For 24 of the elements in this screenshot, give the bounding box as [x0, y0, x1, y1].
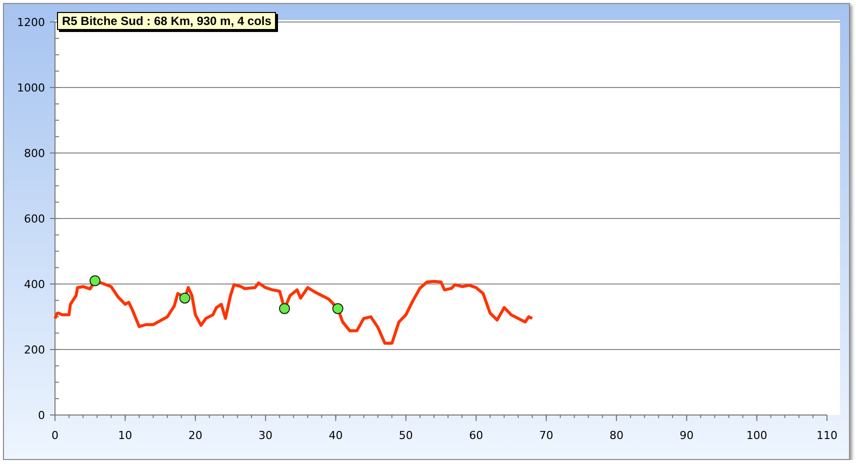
- pass-marker: [90, 275, 100, 286]
- y-tick-label: 1000: [17, 82, 45, 94]
- x-tick-label: 10: [118, 429, 132, 442]
- x-tick-label: 0: [52, 429, 58, 442]
- y-tick-label: 800: [24, 147, 45, 160]
- y-tick-label: 400: [24, 278, 45, 291]
- y-tick-label: 200: [24, 344, 45, 356]
- y-tick-label: 0: [38, 409, 45, 422]
- pass-marker: [179, 292, 190, 304]
- y-tick-label: 1200: [17, 16, 45, 29]
- x-tick-label: 50: [398, 429, 413, 442]
- pass-marker: [332, 303, 344, 314]
- chart-title: R5 Bitche Sud : 68 Km, 930 m, 4 cols: [57, 12, 276, 30]
- x-tick-label: 110: [816, 429, 838, 442]
- x-tick-label: 40: [328, 429, 343, 442]
- x-tick-label: 90: [680, 429, 694, 442]
- y-tick-label: 600: [24, 212, 45, 226]
- x-tick-label: 100: [746, 429, 768, 442]
- x-tick-label: 30: [258, 429, 273, 442]
- x-tick-label: 80: [609, 429, 624, 442]
- x-tick-label: 70: [539, 429, 554, 442]
- x-tick-label: 20: [188, 429, 202, 442]
- x-tick-label: 60: [469, 429, 484, 442]
- pass-marker: [279, 303, 290, 314]
